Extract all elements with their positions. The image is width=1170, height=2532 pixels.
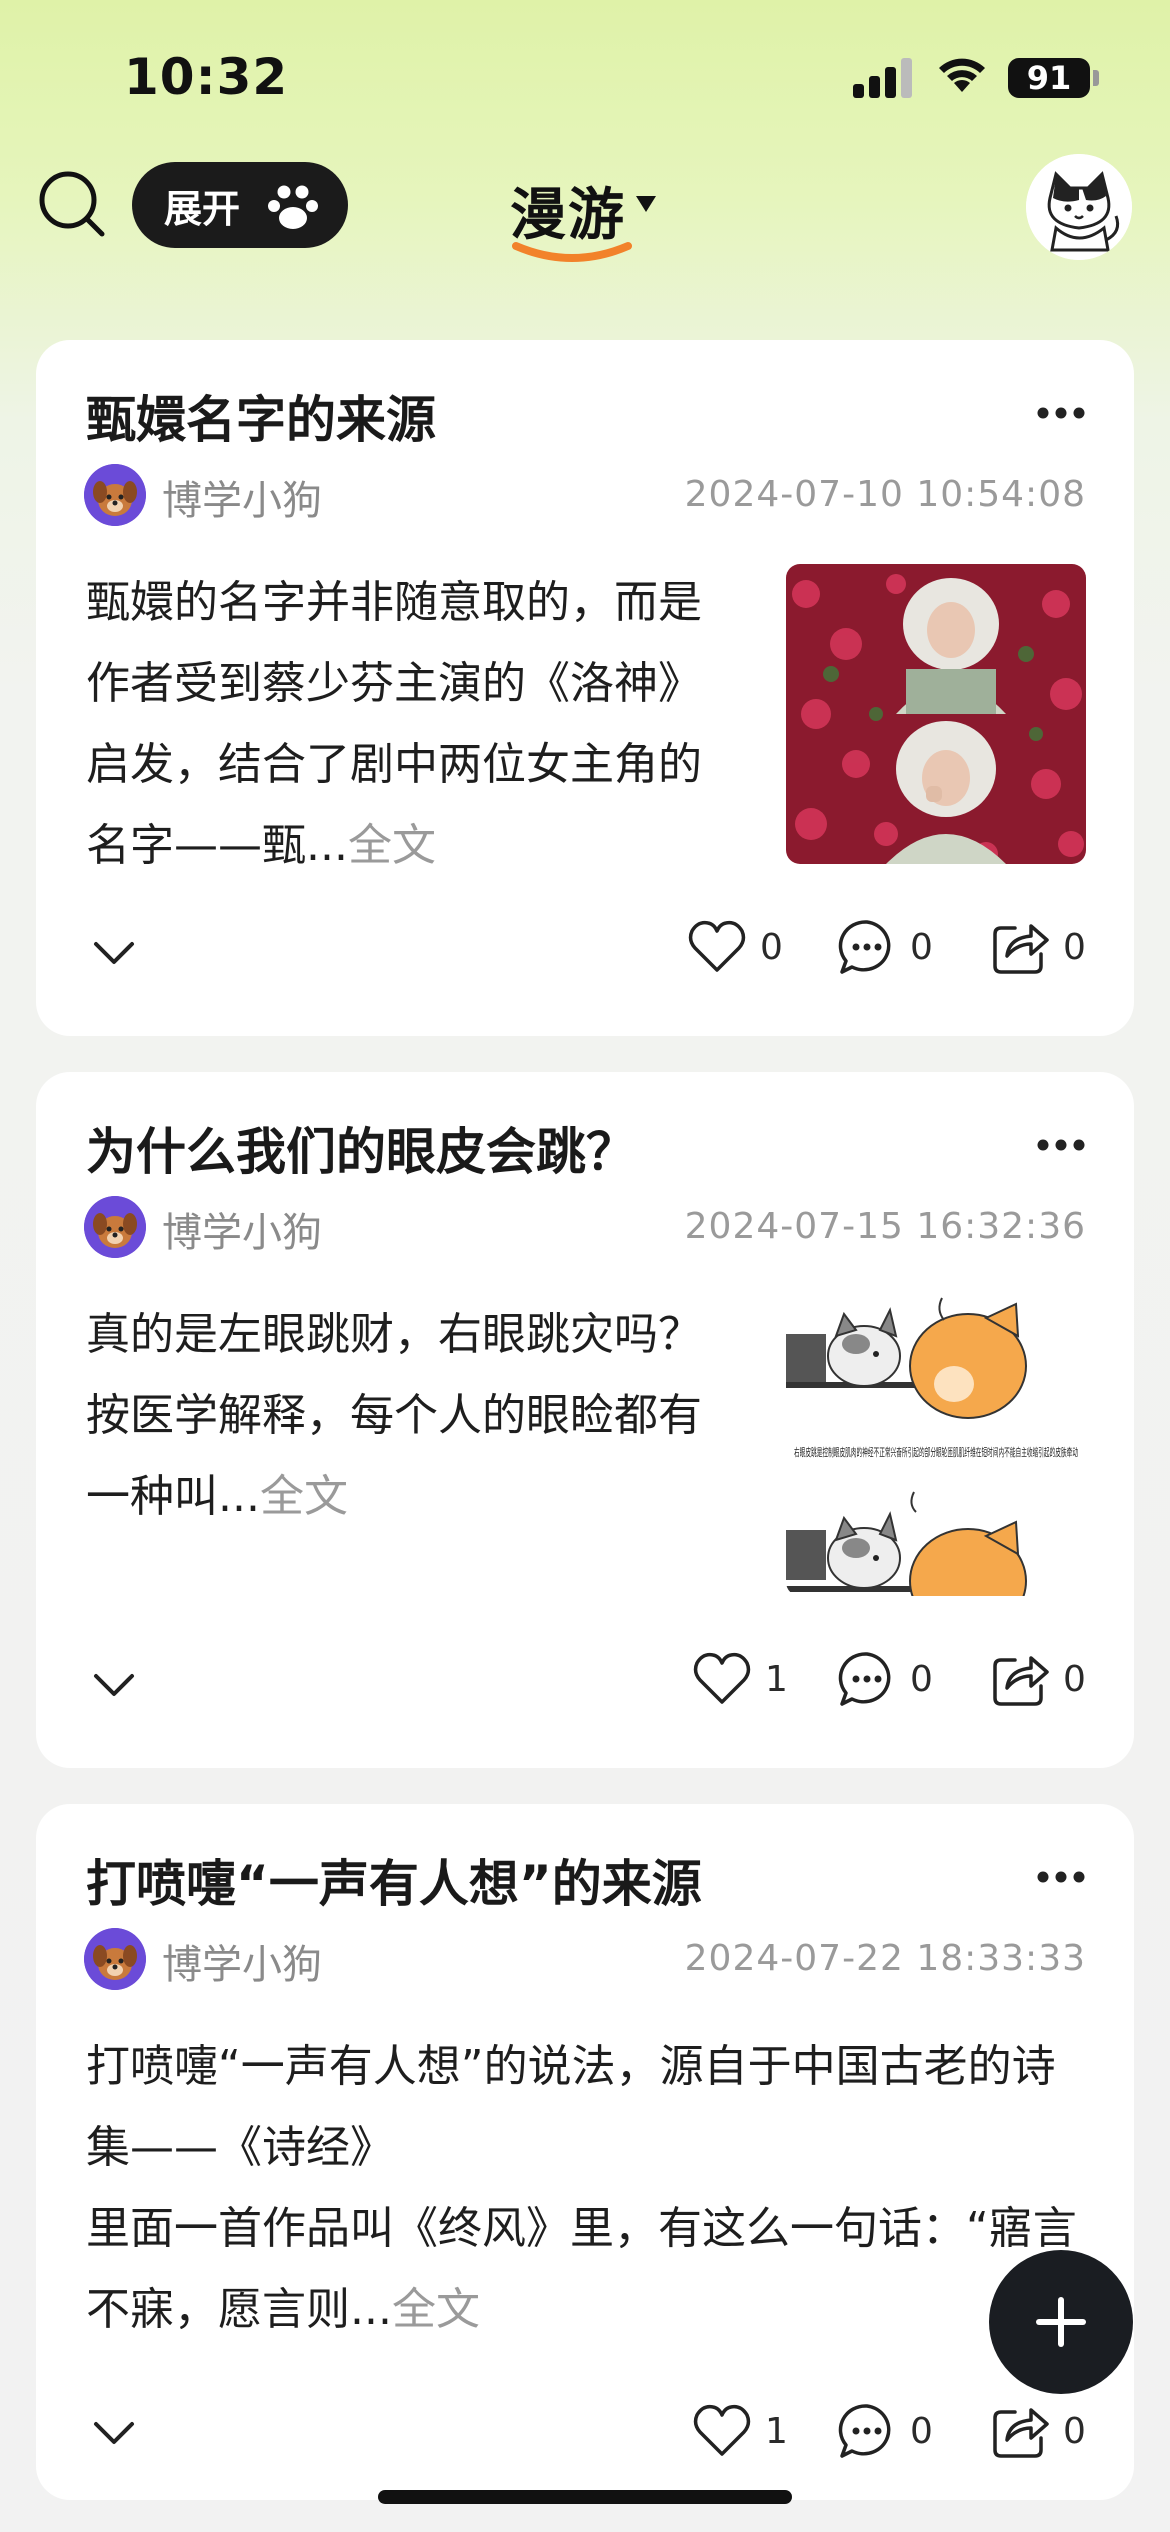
- status-bar: 10:32 91: [0, 0, 1170, 150]
- author-avatar[interactable]: [84, 1196, 146, 1258]
- post-card[interactable]: 甄嬛名字的来源 博学小狗 2024-07-10 10:54:08 甄嬛的名字并非…: [36, 340, 1134, 1036]
- paw-icon: [268, 185, 318, 229]
- more-options-icon[interactable]: [1036, 1138, 1086, 1152]
- more-options-icon[interactable]: [1036, 406, 1086, 420]
- comment-button[interactable]: 0: [836, 2396, 933, 2466]
- expand-label: 展开: [164, 186, 241, 231]
- expand-button[interactable]: 展开: [132, 162, 348, 248]
- status-time: 10:32: [124, 48, 289, 106]
- post-timestamp: 2024-07-15 16:32:36: [684, 1206, 1086, 1247]
- comment-count: 0: [910, 1658, 933, 1700]
- chevron-down-icon[interactable]: [92, 2420, 136, 2446]
- comment-button[interactable]: 0: [836, 912, 933, 982]
- post-body[interactable]: 真的是左眼跳财，右眼跳灾吗？ 按医学解释，每个人的眼睑都有一种叫...全文: [86, 1294, 726, 1537]
- post-body[interactable]: 打喷嚏“一声有人想”的说法，源自于中国古老的诗集——《诗经》 里面一首作品叫《终风…: [86, 2026, 1086, 2350]
- comment-icon: [838, 1652, 891, 1706]
- chevron-down-icon[interactable]: [92, 1672, 136, 1698]
- post-timestamp: 2024-07-22 18:33:33: [684, 1938, 1086, 1979]
- post-thumbnail[interactable]: 右眼皮跳是控制眼皮肌肉的神经不正常兴奋所引起的部分眼轮匝肌肌纤维在短时间内不能自…: [786, 1296, 1086, 1596]
- author-name[interactable]: 博学小狗: [162, 1932, 322, 1990]
- battery-icon: 91: [1008, 58, 1090, 98]
- post-title[interactable]: 甄嬛名字的来源: [86, 380, 436, 452]
- post-excerpt-line2: 按医学解释，每个人的眼睑都有一种叫...: [86, 1390, 702, 1522]
- author-avatar[interactable]: [84, 1928, 146, 1990]
- post-excerpt-line1: 真的是左眼跳财，右眼跳灾吗？: [86, 1309, 702, 1360]
- share-button[interactable]: 0: [989, 1644, 1086, 1714]
- author-avatar[interactable]: [84, 464, 146, 526]
- author-name[interactable]: 博学小狗: [162, 468, 322, 526]
- user-avatar[interactable]: [1026, 154, 1132, 260]
- dog-avatar-icon: [84, 1928, 146, 1990]
- share-button[interactable]: 0: [989, 912, 1086, 982]
- title-underline: [512, 242, 632, 262]
- post-title[interactable]: 打喷嚏“一声有人想”的来源: [86, 1844, 702, 1916]
- create-post-button[interactable]: [989, 2250, 1133, 2394]
- author-name[interactable]: 博学小狗: [162, 1200, 322, 1258]
- thumbnail-caption: 右眼皮跳是控制眼皮肌肉的神经不正常兴奋所引起的部分眼轮匝肌肌纤维在短时间内不能自…: [794, 1445, 1078, 1459]
- post-excerpt-line1: 打喷嚏“一声有人想”的说法，源自于中国古老的诗集——《诗经》: [86, 2041, 1056, 2173]
- read-more-link[interactable]: 全文: [260, 1471, 348, 1522]
- page-title: 漫游: [510, 183, 626, 248]
- like-button[interactable]: 0: [686, 912, 783, 982]
- share-icon: [993, 924, 1049, 974]
- heart-icon: [693, 1652, 751, 1704]
- drama-still-image: [786, 564, 1086, 864]
- comment-button[interactable]: 0: [836, 1644, 933, 1714]
- read-more-link[interactable]: 全文: [348, 820, 436, 871]
- home-indicator[interactable]: [378, 2490, 792, 2504]
- like-count: 1: [765, 2410, 788, 2452]
- like-button[interactable]: 1: [691, 1644, 788, 1714]
- cat-avatar-icon: [1026, 154, 1132, 260]
- read-more-link[interactable]: 全文: [392, 2284, 480, 2335]
- wifi-icon: [939, 58, 985, 92]
- feed-switcher[interactable]: 漫游: [510, 170, 658, 262]
- like-button[interactable]: 1: [691, 2396, 788, 2466]
- battery-cap: [1093, 70, 1099, 86]
- search-icon[interactable]: [36, 168, 108, 240]
- chevron-down-icon[interactable]: [92, 940, 136, 966]
- share-count: 0: [1063, 1658, 1086, 1700]
- plus-icon: [1036, 2297, 1086, 2347]
- dog-avatar-icon: [84, 1196, 146, 1258]
- top-nav: 展开 漫游: [0, 150, 1170, 270]
- dog-avatar-icon: [84, 464, 146, 526]
- like-count: 1: [765, 1658, 788, 1700]
- like-count: 0: [760, 926, 783, 968]
- share-button[interactable]: 0: [989, 2396, 1086, 2466]
- heart-icon: [693, 2404, 751, 2456]
- share-icon: [993, 2408, 1049, 2458]
- share-count: 0: [1063, 2410, 1086, 2452]
- post-card[interactable]: 打喷嚏“一声有人想”的来源 博学小狗 2024-07-22 18:33:33 打…: [36, 1804, 1134, 2500]
- post-timestamp: 2024-07-10 10:54:08: [684, 474, 1086, 515]
- cat-comic-image: 右眼皮跳是控制眼皮肌肉的神经不正常兴奋所引起的部分眼轮匝肌肌纤维在短时间内不能自…: [786, 1296, 1086, 1596]
- comment-icon: [838, 920, 891, 974]
- post-thumbnail[interactable]: [786, 564, 1086, 864]
- cellular-signal-icon: [853, 56, 915, 98]
- share-count: 0: [1063, 926, 1086, 968]
- comment-count: 0: [910, 2410, 933, 2452]
- caret-down-icon: [636, 196, 656, 212]
- post-card[interactable]: 为什么我们的眼皮会跳？ 博学小狗 2024-07-15 16:32:36 真的是…: [36, 1072, 1134, 1768]
- post-title[interactable]: 为什么我们的眼皮会跳？: [86, 1112, 636, 1184]
- heart-icon: [688, 920, 746, 972]
- post-body[interactable]: 甄嬛的名字并非随意取的，而是作者受到蔡少芬主演的《洛神》启发，结合了剧中两位女主…: [86, 562, 726, 886]
- comment-count: 0: [910, 926, 933, 968]
- post-excerpt-line2: 里面一首作品叫《终风》里，有这么一句话：“寤言不寐，愿言则...: [86, 2203, 1077, 2335]
- comment-icon: [838, 2404, 891, 2458]
- more-options-icon[interactable]: [1036, 1870, 1086, 1884]
- share-icon: [993, 1656, 1049, 1706]
